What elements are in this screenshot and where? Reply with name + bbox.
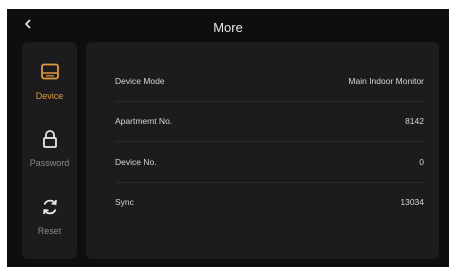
info-row-label: Sync [115,197,134,207]
screen: More Device Password Reset Device Mode M… [7,9,449,267]
sidebar-item-device[interactable]: Device [22,61,77,117]
device-info-panel: Device Mode Main Indoor Monitor Apartmem… [86,42,439,259]
page-title: More [213,20,243,35]
info-row-label: Device Mode [115,76,165,86]
sidebar-item-reset[interactable]: Reset [22,196,77,252]
info-row-device-no: Device No. 0 [115,142,424,183]
sidebar-item-label: Device [35,91,64,101]
info-row-device-mode: Device Mode Main Indoor Monitor [115,61,424,102]
info-row-apartment-no: Apartmemt No. 8142 [115,101,424,142]
info-row-label: Apartmemt No. [115,116,173,126]
info-row-sync: Sync 13034 [115,182,424,222]
sidebar-item-password[interactable]: Password [22,128,77,184]
info-row-label: Device No. [115,157,157,167]
reset-icon [39,196,61,218]
sidebar: Device Password Reset [22,42,77,259]
sidebar-item-label: Password [29,158,70,168]
lock-icon [39,128,61,150]
info-row-value: 13034 [400,197,424,207]
sidebar-item-label: Reset [37,226,62,236]
info-row-value: 0 [419,157,424,167]
device-icon [39,61,61,83]
info-row-value: 8142 [405,116,424,126]
info-row-value: Main Indoor Monitor [348,76,424,86]
